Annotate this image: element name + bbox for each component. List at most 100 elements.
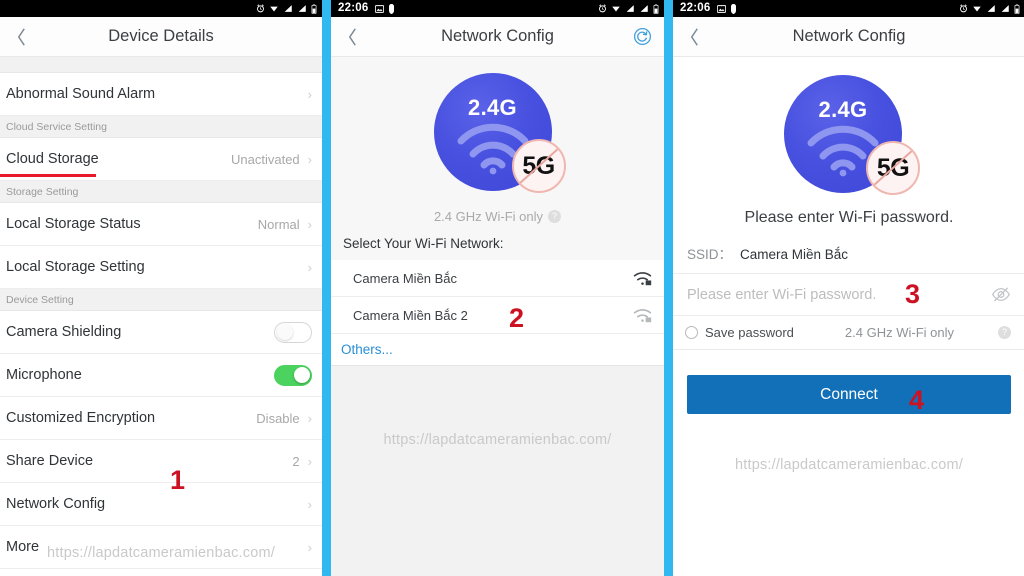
section-storage-setting: Storage Setting: [0, 181, 322, 203]
section-cloud-service-setting: Cloud Service Setting: [0, 116, 322, 138]
save-password-radio[interactable]: [685, 326, 698, 339]
step-annotation-4: 4: [909, 385, 925, 415]
three-panel-tutorial-screenshot: Device Details Abnormal Sound Alarm › Cl…: [0, 0, 1024, 576]
step-annotation-3: 3: [905, 279, 921, 309]
chevron-right-icon: ›: [307, 539, 312, 555]
shield-icon: [388, 3, 395, 14]
others-link[interactable]: Others...: [331, 334, 664, 366]
step-annotation-2: 2: [509, 303, 525, 333]
step-annotation-1: 1: [170, 465, 186, 495]
row-label: Local Storage Setting: [6, 259, 145, 275]
status-bar-time: 22:06: [680, 1, 711, 14]
band-label-right: 2.4 GHz Wi-Fi only: [844, 325, 954, 340]
band-caption-mid: 2.4 GHz Wi-Fi only ?: [331, 209, 664, 224]
row-microphone[interactable]: Microphone: [0, 354, 322, 397]
row-share-device[interactable]: Share Device 2 ›: [0, 440, 322, 483]
network-config-body-mid: 2.4G 5G: [331, 57, 664, 576]
back-button-right[interactable]: [673, 17, 715, 57]
wifi-lock-icon: [633, 271, 652, 286]
row-local-storage-status[interactable]: Local Storage Status Normal ›: [0, 203, 322, 246]
password-field-row[interactable]: [673, 274, 1024, 316]
password-options-row: Save password 2.4 GHz Wi-Fi only ?: [673, 316, 1024, 350]
panel-divider-2: [664, 0, 673, 576]
row-value: Disable: [256, 410, 300, 426]
gallery-icon: [717, 4, 727, 13]
row-cloud-storage[interactable]: Cloud Storage Unactivated ›: [0, 138, 322, 181]
shield-icon: [730, 3, 737, 14]
status-bar-right-icons: [598, 3, 659, 14]
back-button-left[interactable]: [0, 17, 42, 57]
password-input[interactable]: [687, 286, 991, 303]
row-label: Network Config: [6, 496, 106, 512]
watermark-mid: https://lapdatcameramienbac.com/: [383, 432, 612, 448]
help-icon-right[interactable]: ?: [998, 326, 1011, 339]
status-bar-mid: 22:06: [331, 0, 664, 17]
row-more[interactable]: More ›: [0, 526, 322, 569]
password-entry-body: 2.4G 5G Please enter Wi-Fi passwo: [673, 57, 1024, 576]
save-password-label: Save password: [705, 325, 794, 340]
watermark-right: https://lapdatcameramienbac.com/: [734, 457, 964, 473]
microphone-toggle[interactable]: [274, 364, 312, 386]
signal-wifi-icon: [269, 4, 279, 13]
chevron-right-icon: ›: [307, 86, 312, 102]
row-value: Normal: [257, 216, 300, 232]
row-abnormal-sound-alarm[interactable]: Abnormal Sound Alarm ›: [0, 73, 322, 116]
red-underline-annotation: [0, 174, 96, 177]
band-caption-text: 2.4 GHz Wi-Fi only: [433, 209, 544, 224]
section-device-setting: Device Setting: [0, 289, 322, 311]
ssid-value: Camera Miền Bắc: [740, 247, 849, 262]
row-label: Customized Encryption: [6, 410, 156, 426]
others-label: Others...: [341, 342, 393, 357]
status-bar-right-icons: [959, 3, 1020, 14]
navbar-network-config-right: Network Config: [673, 17, 1024, 57]
signal-bars-2-icon: [297, 4, 307, 13]
signal-bars-2-icon: [639, 4, 649, 13]
alarm-icon: [598, 4, 607, 13]
wifi-hero-graphic-right: 2.4G 5G: [673, 57, 1024, 199]
toggle-knob: [293, 367, 310, 383]
camera-shielding-toggle[interactable]: [274, 321, 312, 343]
signal-wifi-icon: [611, 4, 621, 13]
chevron-right-icon: ›: [307, 453, 312, 469]
back-button-mid[interactable]: [331, 17, 373, 57]
navbar-device-details: Device Details: [0, 17, 322, 57]
signal-wifi-icon: [972, 4, 982, 13]
row-camera-shielding[interactable]: Camera Shielding: [0, 311, 322, 354]
wifi-network-item-2[interactable]: Camera Miền Bắc 2: [331, 297, 664, 334]
select-network-label: Select Your Wi-Fi Network:: [331, 224, 664, 260]
status-bar-left-icons: [375, 3, 395, 14]
status-bar-left: [0, 0, 322, 17]
chevron-right-icon: ›: [307, 151, 312, 167]
row-customized-encryption[interactable]: Customized Encryption Disable ›: [0, 397, 322, 440]
connect-button[interactable]: Connect: [687, 375, 1011, 414]
row-local-storage-setting[interactable]: Local Storage Setting ›: [0, 246, 322, 289]
alarm-icon: [256, 4, 265, 13]
eye-slash-icon[interactable]: [991, 286, 1011, 303]
signal-bars-icon: [986, 4, 996, 13]
wifi-lock-icon: [633, 308, 652, 323]
row-label: Microphone: [6, 367, 82, 383]
chevron-right-icon: ›: [307, 410, 312, 426]
panel-device-details: Device Details Abnormal Sound Alarm › Cl…: [0, 0, 322, 576]
disc-label-24g: 2.4G: [468, 95, 517, 120]
row-label: Abnormal Sound Alarm: [6, 86, 156, 102]
status-bar-time: 22:06: [338, 1, 369, 14]
refresh-icon[interactable]: [630, 25, 654, 49]
status-bar-right-icons: [256, 3, 317, 14]
row-value: 2: [292, 453, 300, 469]
row-network-config[interactable]: Network Config ›: [0, 483, 322, 526]
page-title-device-details: Device Details: [108, 27, 214, 45]
chevron-right-icon: ›: [307, 496, 312, 512]
signal-bars-2-icon: [1000, 4, 1010, 13]
row-label: Camera Shielding: [6, 324, 122, 340]
signal-bars-icon: [283, 4, 293, 13]
row-label: More: [6, 539, 40, 555]
battery-icon: [1014, 3, 1020, 14]
panel-network-config-password: 22:06 Network Config 2.4G Please enter W…: [673, 0, 1024, 576]
alarm-icon: [959, 4, 968, 13]
wifi-network-item-1[interactable]: Camera Miền Bắc: [331, 260, 664, 297]
gallery-icon: [375, 4, 385, 13]
help-icon-mid[interactable]: ?: [548, 210, 562, 223]
panel-divider-1: [322, 0, 331, 576]
row-value: Unactivated: [231, 151, 300, 167]
